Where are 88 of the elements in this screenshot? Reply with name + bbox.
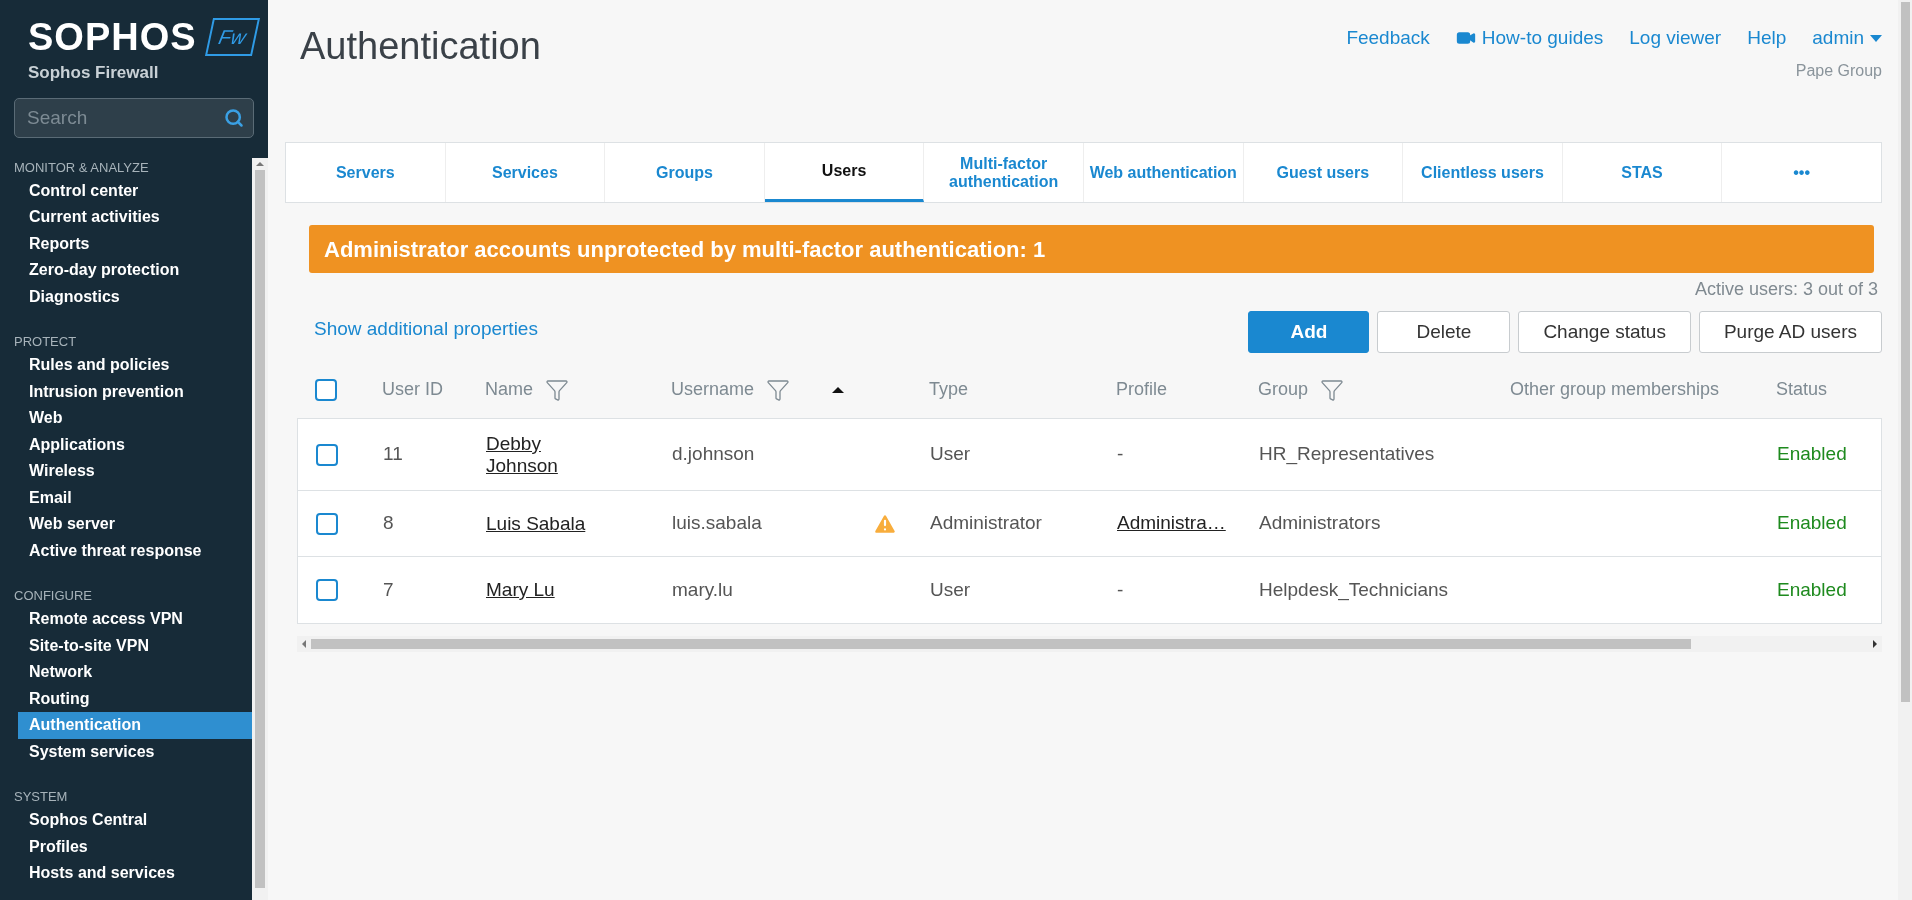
- page-scrollbar[interactable]: [1898, 0, 1912, 900]
- table-cell-text: luis.sabala: [672, 511, 763, 536]
- search-field[interactable]: Search: [14, 97, 254, 138]
- filter-icon[interactable]: [545, 377, 569, 402]
- tab[interactable]: Clientless users: [1403, 143, 1563, 202]
- table-cell-text: 11: [383, 442, 404, 467]
- nav-item[interactable]: Applications: [18, 431, 252, 458]
- nav-item[interactable]: Email: [18, 484, 252, 511]
- tab[interactable]: STAS: [1562, 143, 1723, 202]
- nav-item[interactable]: Control center: [18, 177, 252, 204]
- tab[interactable]: Multi-factor authentication: [924, 143, 1084, 202]
- caret-icon: [1870, 34, 1882, 42]
- nav-item[interactable]: Hosts and services: [18, 860, 252, 887]
- logo-wordmark: SOPHOS: [28, 18, 197, 56]
- organization-name: Pape Group: [1795, 60, 1882, 81]
- nav-item[interactable]: Reports: [18, 230, 252, 257]
- nav-item[interactable]: Zero-day protection: [18, 257, 252, 284]
- nav-item[interactable]: Wireless: [18, 458, 252, 485]
- nav-item[interactable]: Site-to-site VPN: [18, 632, 252, 659]
- tab[interactable]: Guest users: [1243, 143, 1404, 202]
- nav-item[interactable]: Network: [18, 659, 252, 686]
- tab[interactable]: Users: [764, 143, 925, 202]
- table-cell-text: mary.lu: [672, 577, 734, 602]
- checkbox[interactable]: [315, 378, 337, 401]
- user-name-link[interactable]: Luis Sabala: [486, 512, 586, 535]
- header-link[interactable]: Help: [1747, 24, 1787, 53]
- tab[interactable]: Groups: [605, 143, 765, 202]
- active-users-count: Active users: 3 out of 3: [1694, 278, 1878, 301]
- nav-item[interactable]: Sophos Central: [18, 807, 252, 834]
- nav-item[interactable]: Active threat response: [18, 537, 252, 564]
- status-text: Enabled: [1777, 577, 1848, 602]
- tab[interactable]: Web authentication: [1083, 143, 1244, 202]
- table-cell-text: User: [930, 442, 972, 467]
- table-cell-text: HR_Representatives: [1259, 442, 1436, 467]
- status-text: Enabled: [1777, 442, 1848, 467]
- nav-item[interactable]: Web server: [18, 511, 252, 538]
- section-heading: PROTECT: [13, 333, 78, 351]
- profile-link[interactable]: Administra…: [1117, 512, 1226, 534]
- tab[interactable]: •••: [1722, 143, 1881, 202]
- table-cell-text: Administrators: [1259, 511, 1382, 536]
- checkbox[interactable]: [316, 443, 338, 466]
- nav-item[interactable]: Intrusion prevention: [18, 378, 252, 405]
- alert-banner: Administrator accounts unprotected by multi-factor authentication: 1: [309, 225, 1874, 273]
- sort-icon[interactable]: [832, 386, 845, 393]
- table-cell-text: 7: [383, 577, 395, 602]
- product-badge: Fw: [204, 18, 260, 56]
- section-heading: MONITOR & ANALYZE: [13, 158, 150, 177]
- status-text: Enabled: [1777, 511, 1848, 536]
- page-title: Authentication: [300, 24, 541, 69]
- user-name-link[interactable]: Debby Johnson: [486, 432, 604, 477]
- nav-item[interactable]: System services: [18, 738, 252, 765]
- search-icon[interactable]: [224, 107, 244, 128]
- nav-item[interactable]: Remote access VPN: [18, 606, 252, 633]
- table-cell-text: d.johnson: [672, 442, 756, 467]
- action-button[interactable]: Delete: [1377, 311, 1511, 353]
- nav-item[interactable]: Current activities: [18, 204, 252, 231]
- table-cell-text: Helpdesk_Technicians: [1259, 577, 1450, 603]
- section-heading: SYSTEM: [13, 788, 69, 806]
- header-link[interactable]: admin: [1812, 24, 1882, 53]
- user-name-link[interactable]: Mary Lu: [486, 579, 555, 601]
- table-cell: -: [1117, 578, 1124, 600]
- action-button[interactable]: Add: [1248, 311, 1370, 353]
- show-properties-link[interactable]: Show additional properties: [297, 314, 538, 344]
- nav-item[interactable]: Diagnostics: [18, 283, 252, 310]
- tab[interactable]: Services: [445, 143, 606, 202]
- nav-item[interactable]: Rules and policies: [18, 352, 252, 379]
- tab[interactable]: Servers: [286, 143, 446, 202]
- table-cell-text: User: [930, 577, 972, 602]
- checkbox[interactable]: [316, 579, 338, 601]
- table-cell: -: [1117, 443, 1124, 465]
- horizontal-scrollbar[interactable]: [297, 636, 1882, 652]
- checkbox[interactable]: [316, 512, 338, 535]
- sidebar-scrollbar[interactable]: [252, 157, 268, 900]
- nav-item[interactable]: Routing: [18, 685, 252, 712]
- action-button[interactable]: Purge AD users: [1698, 311, 1882, 353]
- product-name: Sophos Firewall: [28, 62, 160, 84]
- header-link[interactable]: Feedback: [1346, 24, 1430, 53]
- header-link[interactable]: Log viewer: [1629, 24, 1722, 53]
- nav-item[interactable]: Profiles: [18, 833, 252, 860]
- action-button[interactable]: Change status: [1518, 311, 1691, 353]
- nav-item[interactable]: Web: [18, 405, 252, 432]
- table-cell-text: 8: [383, 511, 395, 536]
- header-link[interactable]: How-to guides: [1455, 24, 1604, 53]
- section-heading: CONFIGURE: [13, 587, 93, 605]
- filter-icon[interactable]: [766, 377, 791, 402]
- table-cell-text: Administrator: [930, 511, 1043, 536]
- filter-icon[interactable]: [1320, 377, 1345, 402]
- nav-item[interactable]: Authentication: [18, 712, 252, 739]
